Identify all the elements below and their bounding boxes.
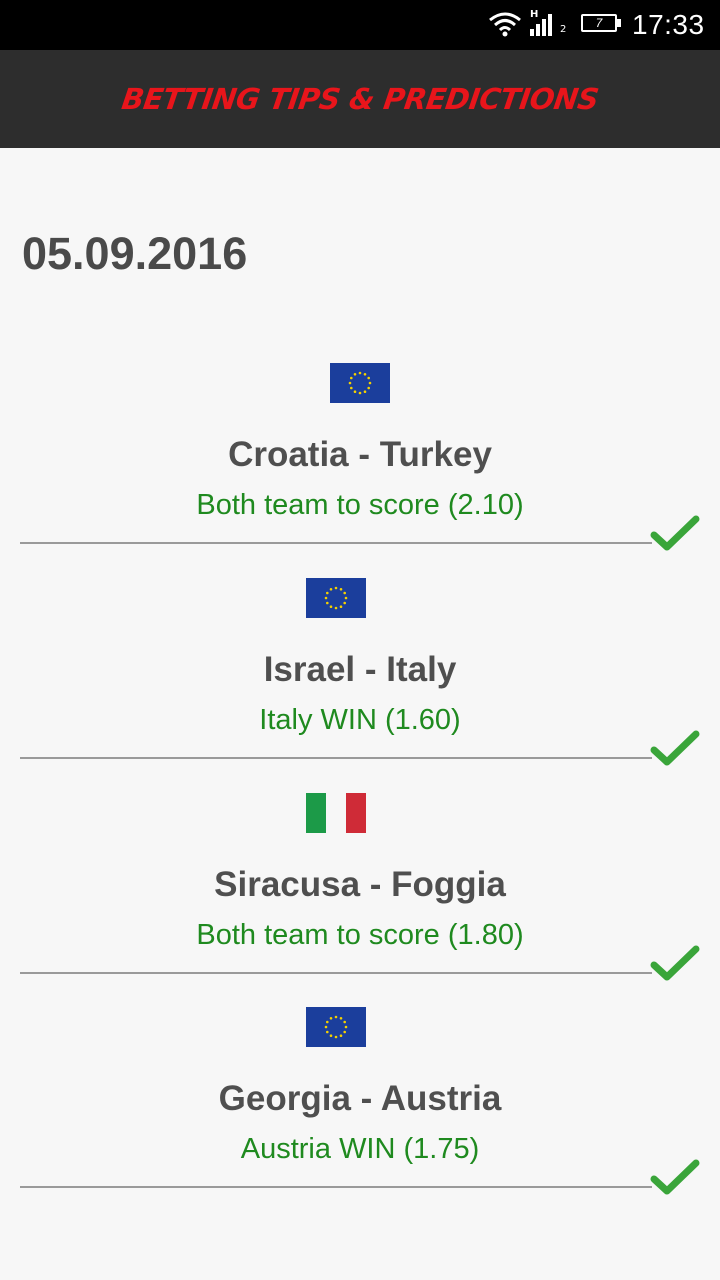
prediction-text: Both team to score (2.10): [196, 489, 524, 521]
tip-item[interactable]: Croatia - Turkey Both team to score (2.1…: [0, 363, 720, 577]
eu-flag-icon: [306, 1007, 366, 1047]
check-icon: [650, 730, 700, 766]
match-title: Croatia - Turkey: [228, 435, 492, 474]
eu-flag-icon: [306, 578, 366, 618]
italy-flag-icon: [306, 793, 366, 833]
prediction-text: Italy WIN (1.60): [259, 704, 461, 736]
match-title: Siracusa - Foggia: [214, 865, 506, 904]
status-bar: H 2 7 17:33: [0, 0, 720, 50]
check-icon: [650, 1159, 700, 1195]
divider: [20, 542, 652, 544]
app-title: BETTING TIPS & PREDICTIONS: [119, 82, 601, 116]
divider: [20, 757, 652, 759]
eu-flag-icon: [330, 363, 390, 403]
wifi-icon: [489, 12, 521, 37]
status-clock: 17:33: [632, 9, 705, 40]
tip-item[interactable]: Israel - Italy Italy WIN (1.60): [0, 578, 720, 792]
date-title: 05.09.2016: [22, 228, 248, 279]
tip-item[interactable]: Siracusa - Foggia Both team to score (1.…: [0, 793, 720, 1007]
prediction-text: Austria WIN (1.75): [240, 1133, 480, 1165]
check-icon: [650, 945, 700, 981]
check-icon: [650, 515, 700, 551]
match-title: Israel - Italy: [263, 650, 457, 689]
battery-level: 7: [595, 16, 603, 30]
prediction-text: Both team to score (1.80): [196, 919, 524, 951]
divider: [20, 972, 652, 974]
tip-item[interactable]: Georgia - Austria Austria WIN (1.75): [0, 1007, 720, 1221]
app-header: BETTING TIPS & PREDICTIONS: [0, 50, 720, 148]
battery-icon: 7: [581, 14, 617, 32]
divider: [20, 1186, 652, 1188]
battery-tip: [617, 19, 621, 27]
match-title: Georgia - Austria: [218, 1079, 502, 1118]
sim-slot-label: 2: [560, 24, 567, 35]
signal-strength-icon: [530, 14, 552, 36]
